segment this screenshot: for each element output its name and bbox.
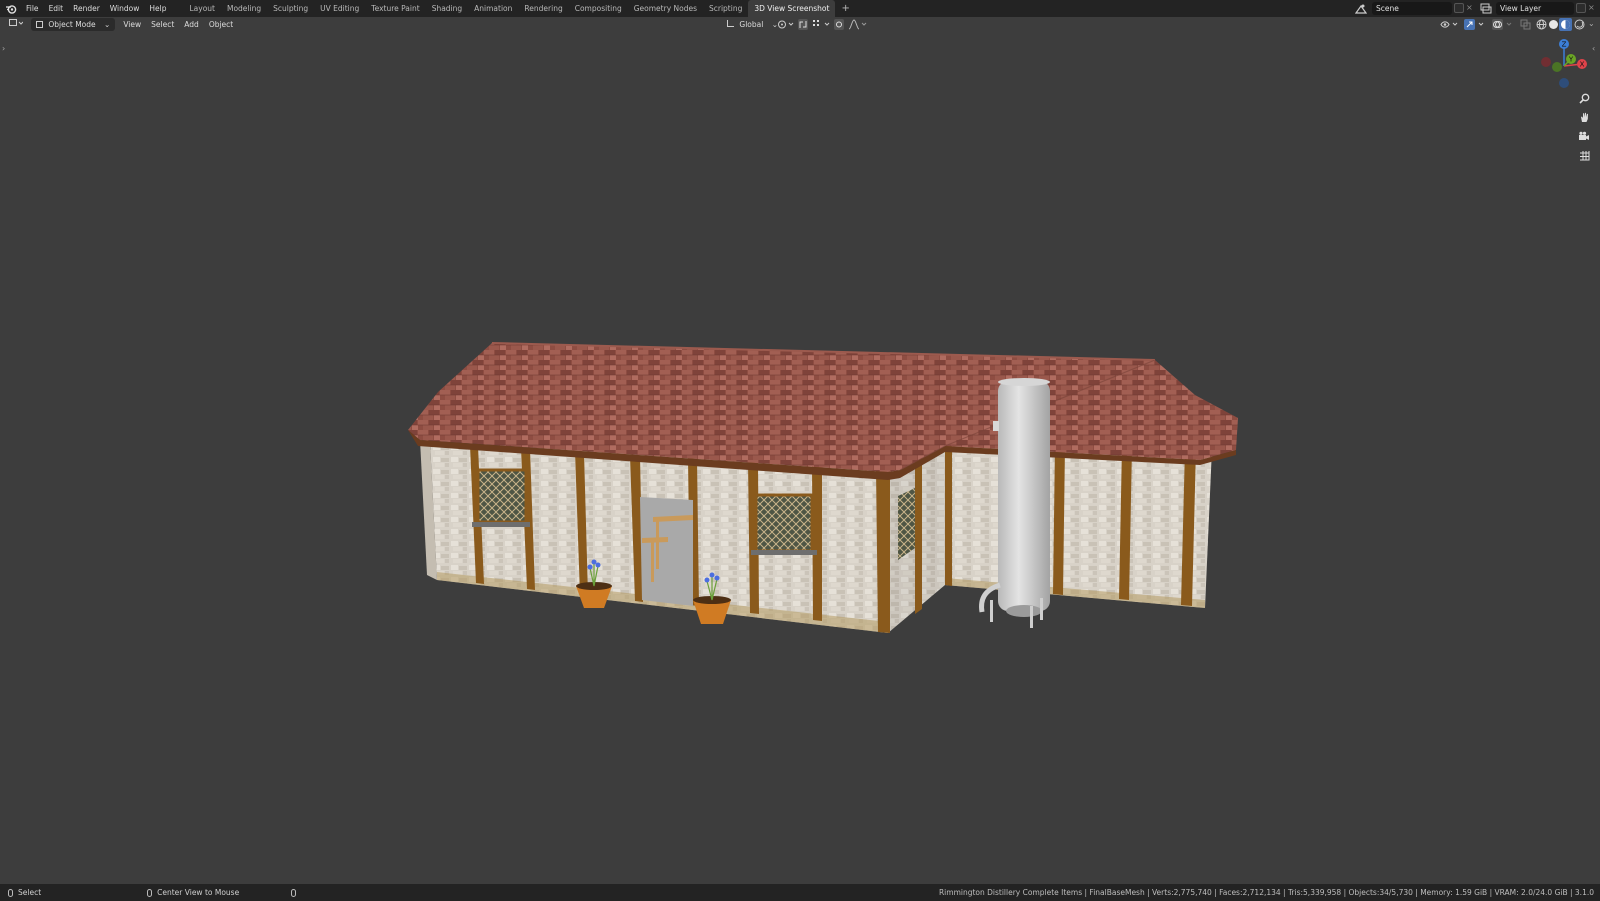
sidebar-toggle-icon[interactable]: ‹ xyxy=(1592,44,1595,53)
toolbar-toggle-icon[interactable]: › xyxy=(2,44,5,53)
snap-toggle-icon[interactable] xyxy=(798,19,808,30)
tab-3d-view-screenshot[interactable]: 3D View Screenshot xyxy=(748,0,836,17)
editor-type-icon[interactable] xyxy=(4,18,28,31)
object-mode-dropdown[interactable]: Object Mode ⌄ xyxy=(31,18,116,31)
3d-viewport[interactable] xyxy=(0,0,1600,901)
menu-select[interactable]: Select xyxy=(146,18,179,31)
gizmo-z-label: Z xyxy=(1562,41,1567,49)
gizmo-neg-x[interactable] xyxy=(1541,57,1551,67)
mouse-right-icon xyxy=(291,888,297,897)
shading-material-icon[interactable] xyxy=(1559,18,1572,31)
tab-compositing[interactable]: Compositing xyxy=(569,0,628,17)
falloff-icon[interactable] xyxy=(848,19,868,30)
menu-help[interactable]: Help xyxy=(144,0,171,17)
menu-render[interactable]: Render xyxy=(68,0,105,17)
transform-orientation-dropdown[interactable]: Global ⌄ xyxy=(722,18,783,31)
chair xyxy=(642,537,668,543)
shading-rendered-icon[interactable] xyxy=(1574,19,1585,30)
status-select: Select xyxy=(18,888,42,897)
new-scene-icon[interactable] xyxy=(1454,3,1464,13)
scene-selector[interactable]: Scene xyxy=(1372,2,1452,15)
add-workspace-button[interactable]: + xyxy=(835,3,855,14)
camera-view-icon[interactable] xyxy=(1577,129,1591,143)
window-sill xyxy=(472,522,530,527)
tab-modeling[interactable]: Modeling xyxy=(221,0,267,17)
gizmo-toggle-icon[interactable] xyxy=(1464,19,1488,30)
menu-window[interactable]: Window xyxy=(105,0,145,17)
object-mode-icon xyxy=(36,21,43,28)
tab-uv-editing[interactable]: UV Editing xyxy=(314,0,365,17)
proportional-edit-icon[interactable] xyxy=(834,19,844,30)
window-sill-2 xyxy=(751,550,817,555)
snap-grid-icon[interactable] xyxy=(812,19,832,30)
status-center-view: Center View to Mouse xyxy=(157,888,240,897)
mouse-left-icon xyxy=(8,888,13,897)
tab-layout[interactable]: Layout xyxy=(183,0,221,17)
menu-file[interactable]: File xyxy=(21,0,44,17)
view-layer-icon[interactable] xyxy=(1480,3,1492,16)
bay-window xyxy=(898,488,915,560)
delete-view-layer-icon[interactable]: × xyxy=(1588,3,1598,13)
gizmo-y-label: Y xyxy=(1568,56,1574,64)
tab-sculpting[interactable]: Sculpting xyxy=(267,0,314,17)
new-view-layer-icon[interactable] xyxy=(1576,3,1586,13)
status-bar: Select Center View to Mouse Rimmington D… xyxy=(0,884,1600,901)
menu-view[interactable]: View xyxy=(118,18,146,31)
pivot-point-icon[interactable] xyxy=(777,19,795,30)
orientation-icon xyxy=(727,20,734,27)
view-layer-selector[interactable]: View Layer xyxy=(1496,2,1574,15)
shading-solid-icon[interactable] xyxy=(1548,19,1559,30)
shading-options-chevron-icon[interactable]: ⌄ xyxy=(1588,19,1595,30)
gizmo-neg-z[interactable] xyxy=(1559,78,1569,88)
xray-toggle-icon[interactable] xyxy=(1520,19,1531,30)
menu-edit[interactable]: Edit xyxy=(44,0,69,17)
scene-icon[interactable] xyxy=(1354,3,1368,16)
blender-logo-icon[interactable] xyxy=(5,3,17,15)
tab-shading[interactable]: Shading xyxy=(426,0,468,17)
center-window xyxy=(754,493,814,553)
visibility-selectability-icon[interactable] xyxy=(1440,19,1460,30)
zoom-icon[interactable] xyxy=(1577,91,1591,105)
gizmo-neg-y[interactable] xyxy=(1552,62,1562,72)
navigation-gizmo[interactable]: Z X Y xyxy=(1538,38,1590,90)
tab-animation[interactable]: Animation xyxy=(468,0,518,17)
object-mode-label: Object Mode xyxy=(48,20,96,29)
tab-geometry-nodes[interactable]: Geometry Nodes xyxy=(628,0,703,17)
overlays-toggle-icon[interactable] xyxy=(1492,19,1516,30)
scene-statistics: Rimmington Distillery Complete Items | F… xyxy=(938,888,1594,897)
scene-name: Scene xyxy=(1376,4,1399,13)
gizmo-x-label: X xyxy=(1580,61,1585,69)
shading-wireframe-icon[interactable] xyxy=(1536,19,1547,30)
ortho-grid-icon[interactable] xyxy=(1577,148,1591,162)
tab-rendering[interactable]: Rendering xyxy=(518,0,568,17)
workspace-tabs: Layout Modeling Sculpting UV Editing Tex… xyxy=(183,0,855,17)
doorway xyxy=(640,497,693,606)
status-hints: Select Center View to Mouse xyxy=(0,888,301,897)
menu-object[interactable]: Object xyxy=(204,18,238,31)
top-bar: File Edit Render Window Help Layout Mode… xyxy=(0,0,1600,17)
left-window xyxy=(476,468,528,524)
menu-add[interactable]: Add xyxy=(179,18,204,31)
tab-texture-paint[interactable]: Texture Paint xyxy=(365,0,425,17)
pan-hand-icon[interactable] xyxy=(1577,110,1591,124)
view-layer-name: View Layer xyxy=(1500,4,1542,13)
orientation-label: Global xyxy=(739,20,764,29)
delete-scene-icon[interactable]: × xyxy=(1466,3,1476,13)
chevron-down-icon: ⌄ xyxy=(104,20,111,29)
mouse-middle-icon xyxy=(147,888,153,897)
blender-window: File Edit Render Window Help Layout Mode… xyxy=(0,0,1600,901)
tab-scripting[interactable]: Scripting xyxy=(703,0,748,17)
viewport-header: Object Mode ⌄ View Select Add Object Glo… xyxy=(0,17,1600,32)
